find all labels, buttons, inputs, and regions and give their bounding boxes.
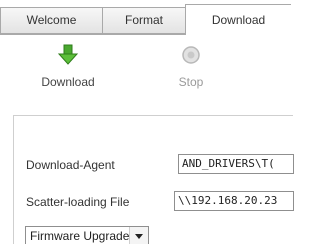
tab-welcome[interactable]: Welcome	[0, 7, 103, 34]
tab-download[interactable]: Download	[185, 4, 291, 35]
tab-format[interactable]: Format	[102, 7, 186, 34]
download-button[interactable]: Download	[32, 44, 104, 104]
toolbar: Download Stop	[0, 38, 291, 110]
chevron-down-icon[interactable]	[129, 227, 148, 244]
download-agent-label: Download-Agent	[26, 158, 115, 172]
download-button-label: Download	[41, 75, 95, 89]
scatter-file-field[interactable]: \\192.168.20.23	[174, 191, 294, 211]
download-mode-value: Firmware Upgrade	[30, 229, 130, 243]
download-agent-field[interactable]: AND_DRIVERS\T(	[178, 154, 294, 174]
tab-bar: Welcome Format Download	[0, 0, 291, 38]
download-settings-panel: Download-Agent AND_DRIVERS\T( Scatter-lo…	[13, 115, 294, 244]
download-mode-select[interactable]: Firmware Upgrade	[25, 226, 149, 244]
stop-button[interactable]: Stop	[155, 44, 227, 104]
download-arrow-icon	[57, 44, 79, 65]
stop-button-label: Stop	[178, 75, 204, 89]
tab-divider	[0, 34, 186, 35]
stop-icon	[182, 46, 200, 64]
scatter-file-label: Scatter-loading File	[26, 195, 130, 209]
